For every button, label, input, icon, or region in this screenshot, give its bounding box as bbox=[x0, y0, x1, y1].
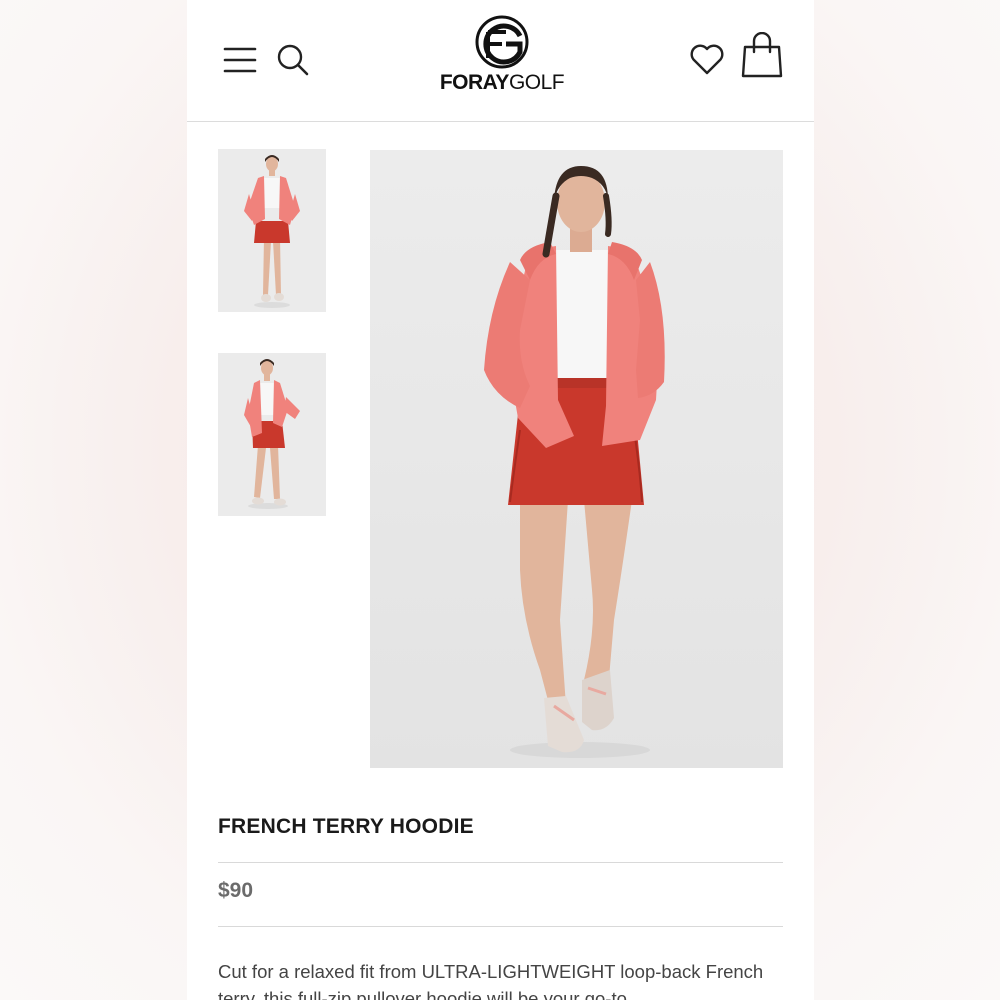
product-page: FORAYGOLF FRENCH TERRY HOODIE $90 Cut fo… bbox=[187, 0, 814, 1000]
product-thumbnail-angle[interactable] bbox=[218, 353, 326, 516]
product-title: FRENCH TERRY HOODIE bbox=[218, 815, 474, 838]
heart-icon[interactable] bbox=[689, 42, 725, 76]
model-main-image bbox=[370, 150, 783, 768]
divider bbox=[218, 862, 783, 863]
hamburger-menu-icon[interactable] bbox=[223, 45, 257, 75]
brand-logo[interactable]: FORAYGOLF bbox=[432, 14, 572, 98]
brand-wordmark: FORAYGOLF bbox=[432, 71, 572, 95]
site-header: FORAYGOLF bbox=[187, 0, 814, 122]
product-description: Cut for a relaxed fit from ULTRA-LIGHTWE… bbox=[218, 961, 764, 1000]
search-icon[interactable] bbox=[277, 44, 309, 76]
divider bbox=[218, 926, 783, 927]
foray-golf-logo-mark-icon bbox=[475, 15, 529, 69]
model-thumbnail-image bbox=[218, 149, 326, 312]
shopping-bag-icon[interactable] bbox=[741, 31, 783, 78]
main-product-image[interactable] bbox=[370, 150, 783, 768]
product-price: $90 bbox=[218, 879, 254, 902]
brand-wordmark-bold: FORAY bbox=[439, 71, 510, 94]
product-thumbnail-front[interactable] bbox=[218, 149, 326, 312]
model-thumbnail-image bbox=[218, 353, 326, 516]
brand-wordmark-light: GOLF bbox=[508, 71, 565, 94]
